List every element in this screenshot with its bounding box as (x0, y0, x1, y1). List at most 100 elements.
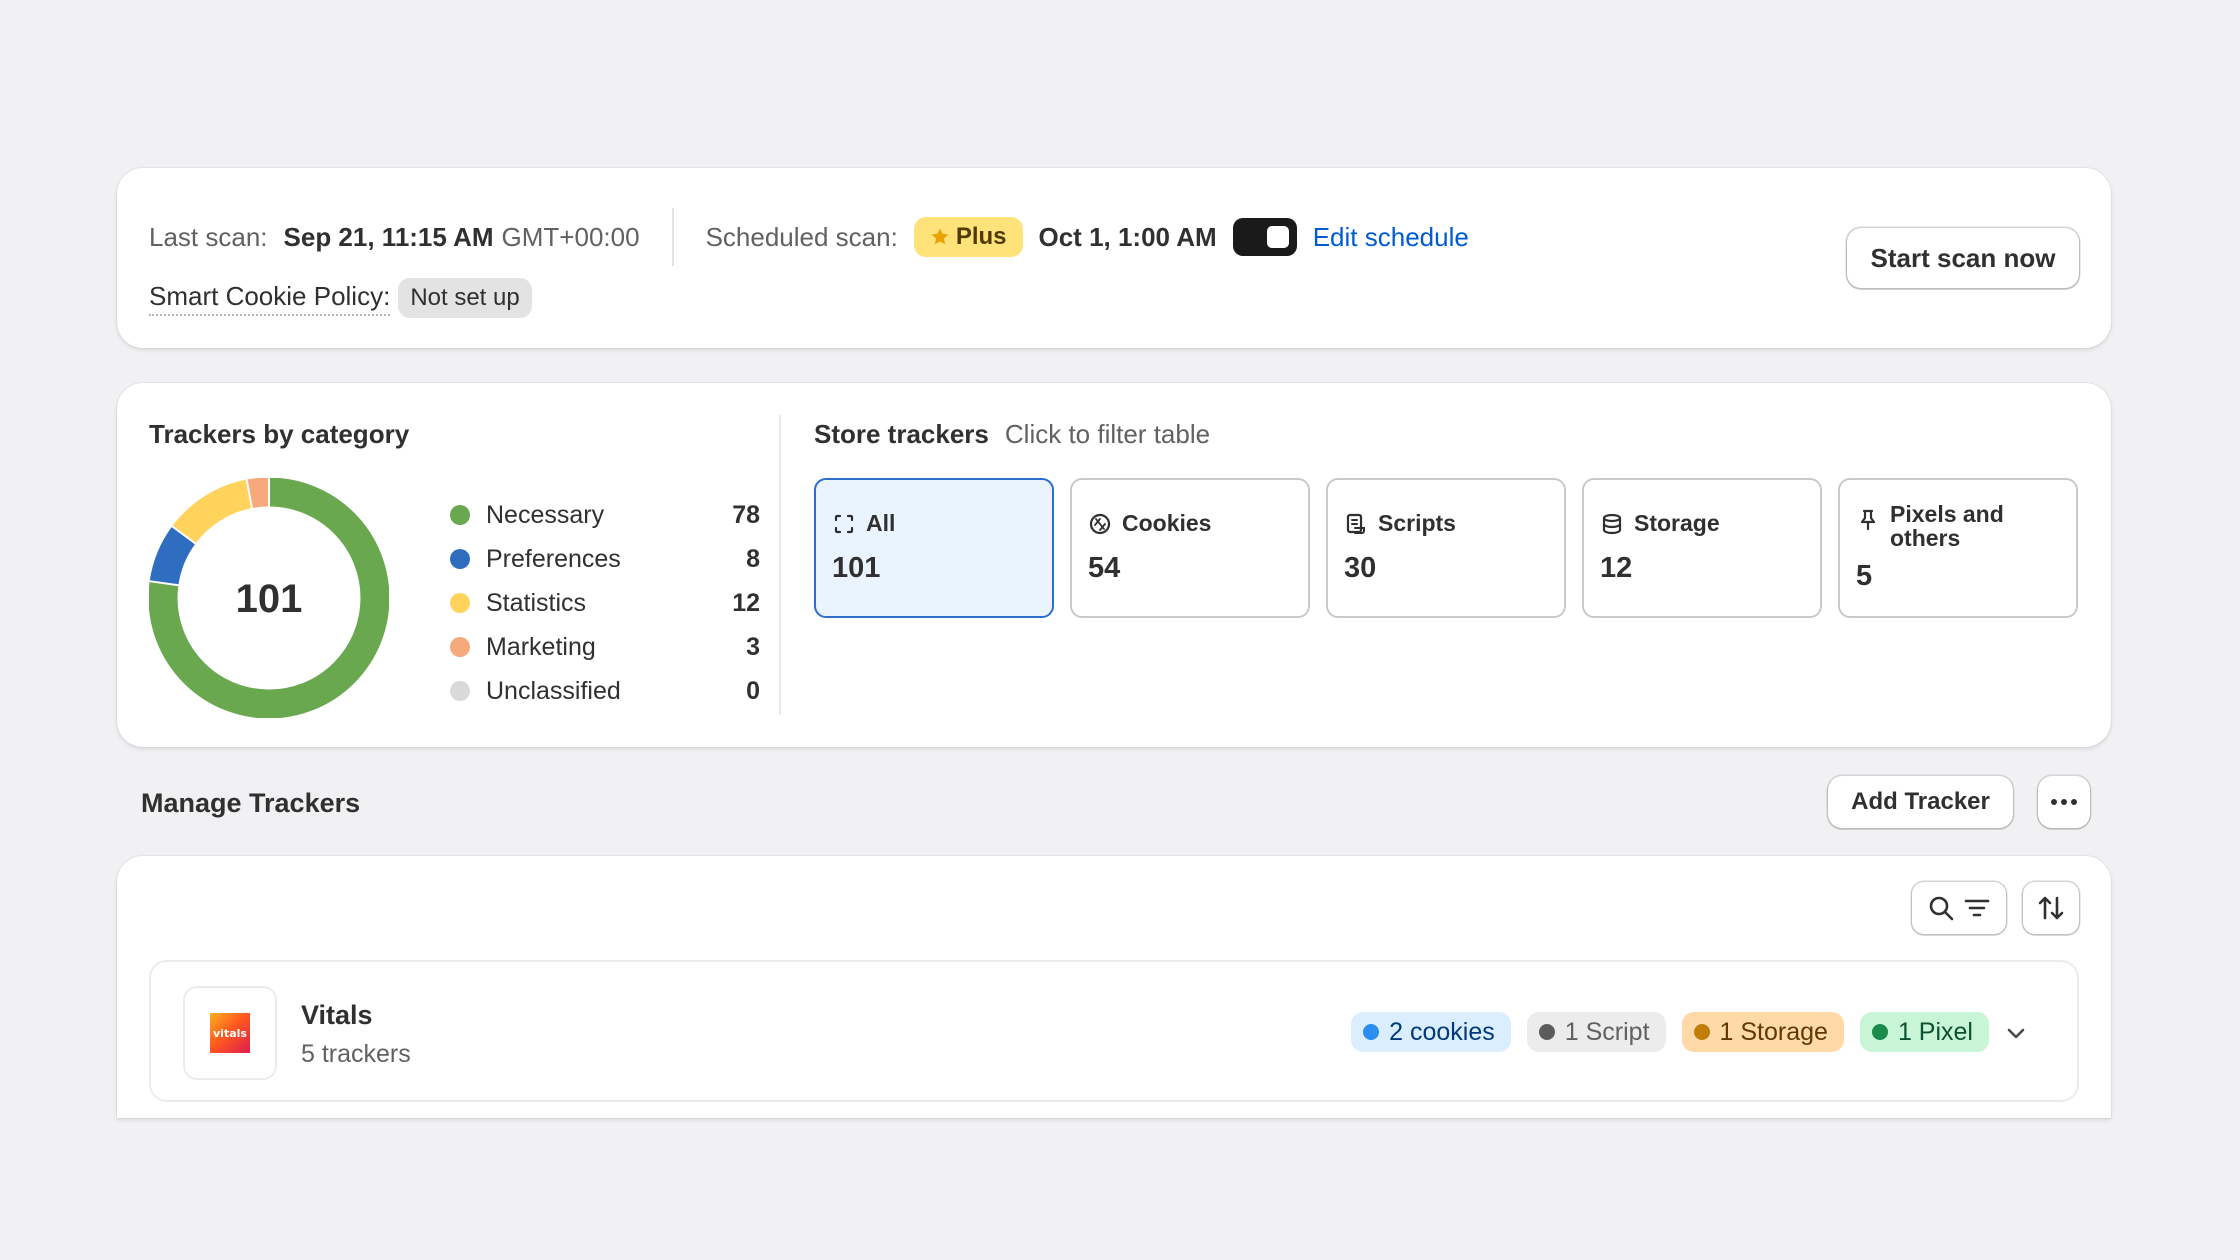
tile-label: Pixels and others (1890, 501, 2004, 551)
legend-item-statistics: Statistics 12 (450, 581, 760, 625)
toggle-knob (1266, 226, 1289, 248)
filter-tile-storage[interactable]: Storage 12 (1582, 478, 1822, 618)
badge-dot (1693, 1024, 1710, 1040)
legend-value: 8 (746, 544, 760, 573)
legend-label: Unclassified (486, 676, 621, 705)
tile-header: Storage (1600, 510, 1804, 537)
tile-header: Cookies (1088, 510, 1292, 537)
last-scan-timezone: GMT+00:00 (501, 221, 640, 252)
tile-count: 54 (1088, 552, 1121, 584)
sort-icon (2038, 896, 2064, 920)
badge-label: 1 Storage (1719, 1017, 1828, 1046)
tracker-row-vitals[interactable]: vitals Vitals 5 trackers 2 cookies 1 Scri… (149, 960, 2079, 1102)
donut-svg: 101 (148, 477, 390, 719)
scheduled-scan-time: Oct 1, 1:00 AM (1038, 221, 1217, 252)
script-icon (1344, 512, 1368, 536)
pin-icon (1856, 508, 1880, 532)
tracker-badge-2-cookies: 2 cookies (1351, 1012, 1511, 1052)
logo-text: vitals (213, 1026, 247, 1040)
category-donut-chart: 101 (148, 477, 390, 719)
legend-item-unclassified: Unclassified 0 (450, 669, 760, 713)
last-scan-time: Sep 21, 11:15 AM (283, 221, 494, 252)
app-name: Vitals (301, 1000, 373, 1030)
legend-item-necessary: Necessary 78 (450, 493, 760, 537)
vitals-logo: vitals (210, 1013, 250, 1053)
schedule-toggle[interactable] (1232, 218, 1297, 256)
legend-value: 3 (746, 632, 760, 661)
tracker-badge-1-script: 1 Script (1526, 1012, 1666, 1052)
scan-info-row: Last scan: Sep 21, 11:15 AM GMT+00:00 Sc… (149, 208, 1469, 266)
filter-tile-scripts[interactable]: Scripts 30 (1326, 478, 1566, 618)
ellipsis-icon (2051, 799, 2077, 805)
smart-cookie-policy-label[interactable]: Smart Cookie Policy: (149, 281, 391, 316)
search-filter-button[interactable] (1912, 882, 2006, 934)
legend-value: 0 (746, 676, 760, 705)
badge-label: 1 Script (1564, 1017, 1650, 1046)
badge-dot (1871, 1024, 1888, 1040)
tracker-badge-1-storage: 1 Storage (1681, 1012, 1844, 1052)
legend-item-preferences: Preferences 8 (450, 537, 760, 581)
legend-dot (450, 549, 470, 569)
legend-label: Marketing (486, 632, 596, 661)
legend-dot (450, 637, 470, 657)
badge-label: 1 Pixel (1897, 1017, 1973, 1046)
policy-status-badge: Not set up (398, 278, 532, 318)
edit-schedule-link[interactable]: Edit schedule (1313, 222, 1469, 253)
tile-header: Scripts (1344, 510, 1548, 537)
plus-plan-badge: Plus (913, 217, 1023, 257)
legend-item-marketing: Marketing 3 (450, 625, 760, 669)
tracker-badge-1-pixel: 1 Pixel (1859, 1012, 1989, 1052)
legend-label: Preferences (486, 544, 621, 573)
tile-label: Cookies (1122, 510, 1212, 536)
divider (671, 208, 674, 266)
tile-label: Storage (1634, 510, 1720, 536)
filter-icon (1964, 899, 1990, 917)
more-actions-button[interactable] (2038, 776, 2090, 828)
store-trackers-title: Store trackers (814, 419, 989, 449)
tile-header: All (832, 510, 1036, 537)
policy-row: Smart Cookie Policy: Not set up (149, 276, 532, 320)
tracker-type-tiles: All 101 Cookies 54 Scripts 30 Storage 12 Pixels … (814, 478, 2078, 618)
start-scan-button[interactable]: Start scan now (1847, 228, 2079, 288)
donut-total: 101 (236, 577, 303, 621)
select-all-icon (832, 512, 856, 536)
trackers-card: Trackers by category 101 Necessary 78 Pref… (117, 383, 2111, 747)
add-tracker-button[interactable]: Add Tracker (1828, 776, 2013, 828)
search-icon (1929, 896, 1954, 921)
filter-tile-cookies[interactable]: Cookies 54 (1070, 478, 1310, 618)
tracker-type-badges: 2 cookies 1 Script 1 Storage 1 Pixel (1351, 1012, 1989, 1052)
cookie-icon (1088, 512, 1112, 536)
tile-count: 12 (1600, 552, 1633, 584)
store-trackers-heading: Store trackers Click to filter table (814, 419, 1210, 450)
database-icon (1600, 512, 1624, 536)
trackers-by-category-title: Trackers by category (149, 419, 410, 449)
scan-card: Last scan: Sep 21, 11:15 AM GMT+00:00 Sc… (117, 168, 2111, 348)
tile-label: Scripts (1378, 510, 1456, 536)
plus-badge-label: Plus (955, 223, 1007, 250)
chevron-down-icon[interactable] (2003, 1020, 2029, 1046)
legend-label: Statistics (486, 588, 587, 617)
legend-value: 12 (732, 588, 760, 617)
tile-header: Pixels and others (1856, 502, 2060, 550)
badge-label: 2 cookies (1389, 1017, 1495, 1046)
trackers-list-card: vitals Vitals 5 trackers 2 cookies 1 Scri… (117, 856, 2111, 1118)
tile-count: 5 (1856, 560, 1873, 592)
filter-tile-all[interactable]: All 101 (814, 478, 1054, 618)
tile-count: 101 (832, 552, 881, 584)
divider (779, 415, 781, 715)
legend-dot (450, 505, 470, 525)
app-tracker-count: 5 trackers (301, 1040, 411, 1068)
tile-label: All (866, 510, 896, 536)
tile-count: 30 (1344, 552, 1377, 584)
sort-button[interactable] (2023, 882, 2079, 934)
filter-tile-pixels-and-others[interactable]: Pixels and others 5 (1838, 478, 2078, 618)
manage-trackers-title: Manage Trackers (141, 788, 361, 818)
legend-label: Necessary (486, 500, 605, 529)
star-icon (931, 228, 949, 245)
app-logo-frame: vitals (183, 986, 277, 1080)
badge-dot (1538, 1024, 1555, 1040)
scheduled-scan-label: Scheduled scan: (705, 221, 898, 252)
legend-value: 78 (732, 500, 760, 529)
legend-dot (450, 593, 470, 613)
category-legend: Necessary 78 Preferences 8 Statistics 12 Marke… (450, 493, 760, 713)
